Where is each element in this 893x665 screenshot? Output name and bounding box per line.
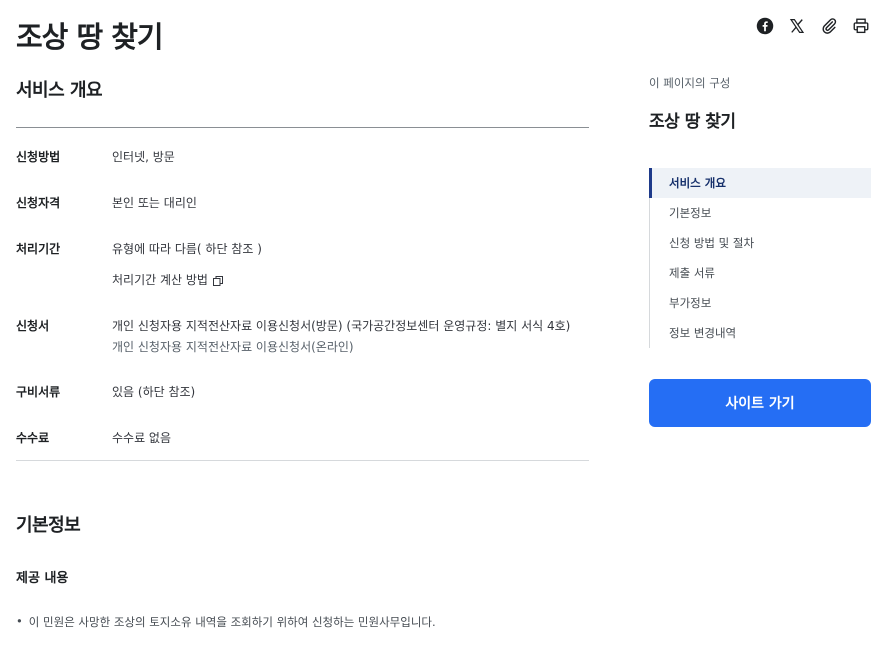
x-share-button[interactable] bbox=[787, 16, 807, 36]
print-button[interactable] bbox=[851, 16, 871, 36]
share-toolbar bbox=[755, 16, 871, 36]
basic-info-title: 기본정보 bbox=[16, 515, 81, 536]
toc-item-basic-info[interactable]: 기본정보 bbox=[650, 198, 871, 228]
info-value: 본인 또는 대리인 bbox=[112, 196, 197, 210]
info-row-documents: 구비서류 있음 (하단 참조) bbox=[16, 384, 589, 430]
list-item-text: 이 민원은 사망한 조상의 토지소유 내역을 조회하기 위하여 신청하는 민원사… bbox=[28, 615, 436, 629]
info-key: 구비서류 bbox=[16, 385, 61, 399]
info-row-method: 신청방법 인터넷, 방문 bbox=[16, 139, 589, 195]
page-title: 조상 땅 찾기 bbox=[16, 20, 164, 54]
info-key: 신청방법 bbox=[16, 150, 61, 164]
x-icon bbox=[789, 19, 805, 33]
period-calc-label: 처리기간 계산 방법 bbox=[112, 273, 208, 287]
main-content: 서비스 개요 신청방법 인터넷, 방문 신청자격 본인 또는 대리인 처리기간 … bbox=[16, 72, 589, 630]
toc-item-additional-info[interactable]: 부가정보 bbox=[650, 288, 871, 318]
toc-item-service-overview[interactable]: 서비스 개요 bbox=[649, 168, 871, 198]
service-overview-table: 신청방법 인터넷, 방문 신청자격 본인 또는 대리인 처리기간 유형에 따라 … bbox=[16, 139, 589, 460]
toc-caption: 이 페이지의 구성 bbox=[649, 76, 731, 90]
info-row-form: 신청서 개인 신청자용 지적전산자료 이용신청서(방문) (국가공간정보센터 운… bbox=[16, 318, 589, 384]
page-toc: 이 페이지의 구성 조상 땅 찾기 서비스 개요 기본정보 신청 방법 및 절차… bbox=[649, 75, 871, 427]
copy-icon bbox=[212, 275, 224, 287]
form-link-visit[interactable]: 개인 신청자용 지적전산자료 이용신청서(방문) (국가공간정보센터 운영규정:… bbox=[112, 318, 589, 335]
period-calc-link[interactable]: 처리기간 계산 방법 bbox=[112, 272, 589, 289]
form-link-online[interactable]: 개인 신청자용 지적전산자료 이용신청서(온라인) bbox=[112, 339, 589, 356]
info-row-fee: 수수료 수수료 없음 bbox=[16, 430, 589, 460]
toc-title: 조상 땅 찾기 bbox=[649, 112, 736, 132]
divider bbox=[16, 460, 589, 461]
info-key: 수수료 bbox=[16, 431, 50, 445]
info-key: 신청자격 bbox=[16, 196, 61, 210]
provide-content-title: 제공 내용 bbox=[16, 571, 69, 586]
info-row-qualification: 신청자격 본인 또는 대리인 bbox=[16, 195, 589, 241]
toc-item-change-history[interactable]: 정보 변경내역 bbox=[650, 318, 871, 348]
info-value-group: 개인 신청자용 지적전산자료 이용신청서(방문) (국가공간정보센터 운영규정:… bbox=[112, 318, 589, 384]
toc-item-application-procedure[interactable]: 신청 방법 및 절차 bbox=[650, 228, 871, 258]
facebook-share-button[interactable] bbox=[755, 16, 775, 36]
toc-list: 서비스 개요 기본정보 신청 방법 및 절차 제출 서류 부가정보 정보 변경내… bbox=[649, 168, 871, 348]
divider bbox=[16, 127, 589, 128]
toc-item-documents[interactable]: 제출 서류 bbox=[650, 258, 871, 288]
info-value: 인터넷, 방문 bbox=[112, 150, 175, 164]
info-value: 수수료 없음 bbox=[112, 431, 172, 445]
info-key: 신청서 bbox=[16, 319, 50, 333]
print-icon bbox=[853, 18, 869, 34]
info-row-period: 처리기간 유형에 따라 다름( 하단 참조 ) 처리기간 계산 방법 bbox=[16, 241, 589, 318]
facebook-icon bbox=[756, 17, 774, 35]
bullet-icon: • bbox=[16, 614, 23, 628]
copy-link-button[interactable] bbox=[819, 16, 839, 36]
info-value-group: 유형에 따라 다름( 하단 참조 ) 처리기간 계산 방법 bbox=[112, 241, 589, 318]
info-value: 유형에 따라 다름( 하단 참조 ) bbox=[112, 242, 262, 256]
go-to-site-button[interactable]: 사이트 가기 bbox=[649, 379, 871, 427]
paperclip-icon bbox=[822, 18, 837, 34]
list-item: • 이 민원은 사망한 조상의 토지소유 내역을 조회하기 위하여 신청하는 민… bbox=[16, 614, 589, 630]
info-value: 있음 (하단 참조) bbox=[112, 385, 196, 399]
service-overview-title: 서비스 개요 bbox=[16, 80, 103, 101]
info-key: 처리기간 bbox=[16, 242, 61, 256]
